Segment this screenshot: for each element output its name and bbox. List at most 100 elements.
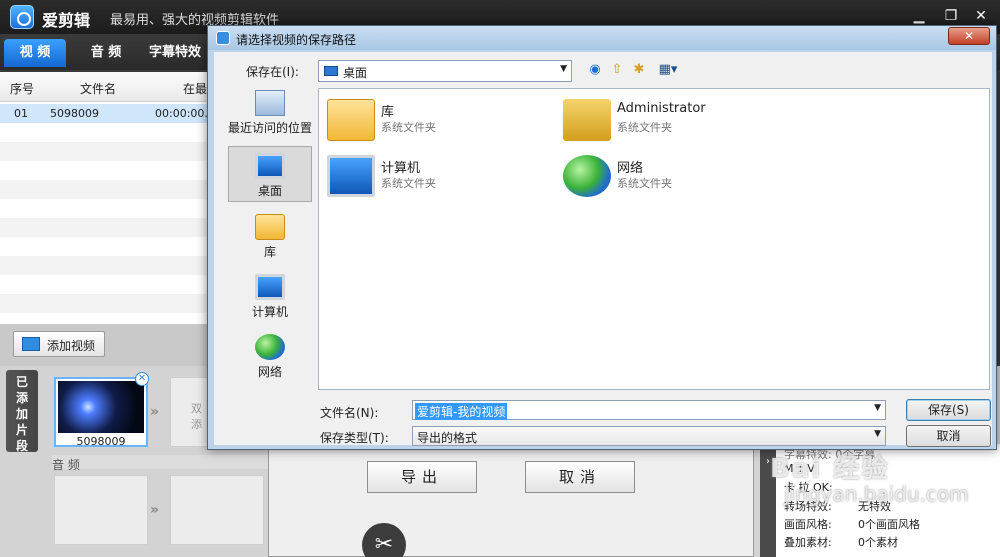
computer-icon [255,274,285,300]
add-video-label: 添加视频 [47,339,96,353]
audio-slot[interactable] [170,475,264,545]
table-row-empty [0,180,215,199]
app-name: 爱剪辑 [42,11,91,30]
table-row-empty [0,256,215,275]
remove-clip-icon[interactable]: ✕ [135,372,149,386]
filetype-select[interactable]: 导出的格式 ▼ [412,426,886,446]
column-filename[interactable]: 文件名 [80,80,116,97]
library-folder-icon [327,99,375,141]
clip-table-header: 序号 文件名 在最 [0,72,215,102]
added-clips-label: 已添加片段 [15,375,28,453]
save-in-value: 桌面 [343,66,368,80]
desktop-icon [255,153,285,179]
info-row-style: 画面风格: 0个画面风格 [784,516,920,532]
watermark-brand: Bai 经验 [770,454,890,484]
filetype-label: 保存类型(T): [320,431,389,445]
user-folder-icon [563,99,611,141]
audio-slot[interactable] [54,475,148,545]
table-row-empty [0,294,215,313]
place-label: 桌面 [257,184,282,198]
column-time[interactable]: 在最 [183,80,207,97]
tab-subtitle-effects[interactable]: 字幕特效 [140,39,210,67]
export-cancel-button[interactable]: 取消 [525,461,635,493]
file-name: 网络 [617,161,644,176]
file-item-administrator[interactable]: Administrator 系统文件夹 [563,97,763,143]
tab-video[interactable]: 视 频 [4,39,66,67]
network-icon [255,334,285,360]
maximize-icon[interactable]: ❐ [940,7,962,25]
file-item-library[interactable]: 库 系统文件夹 [327,97,527,143]
audio-track-label: 音 频 [52,458,80,472]
next-arrow-icon: » [150,404,160,420]
filename-input[interactable]: 爱剪辑-我的视频 ▼ [412,400,886,420]
place-recent[interactable]: 最近访问的位置 [228,90,312,136]
watermark-url: jingyan.baidu.com [784,482,969,506]
chevron-down-icon[interactable]: ▼ [874,403,881,413]
up-folder-icon[interactable]: ⇧ [608,61,626,79]
empty-clip-slot[interactable]: 双 添 [170,377,210,447]
info-label: 画面风格: [784,518,832,531]
file-type: 系统文件夹 [381,177,436,190]
clip-thumbnail-caption: 5098009 [76,435,126,448]
row-time: 00:00:00. [155,107,208,120]
table-row-empty [0,218,215,237]
minimize-icon[interactable]: ▁ [908,7,930,25]
file-type: 系统文件夹 [381,121,436,134]
dialog-titlebar[interactable]: 请选择视频的保存路径 ✕ [208,26,996,50]
next-arrow-icon: » [150,502,160,518]
export-panel: 导出 取消 [268,444,754,557]
table-row[interactable]: 01 5098009 00:00:00. [0,104,215,123]
places-bar: 最近访问的位置 桌面 库 计算机 网络 [220,88,312,388]
dialog-title: 请选择视频的保存路径 [236,33,357,47]
added-clips-tab[interactable]: 已添加片段 [6,370,38,453]
place-network[interactable]: 网络 [228,334,312,380]
place-label: 网络 [257,365,282,379]
back-icon[interactable]: ◉ [586,61,604,79]
file-type: 系统文件夹 [617,177,672,190]
close-icon[interactable]: ✕ [970,7,992,25]
info-row-overlay: 叠加素材: 0个素材 [784,534,898,550]
place-desktop[interactable]: 桌面 [228,146,312,202]
place-label: 计算机 [251,305,288,319]
file-type: 系统文件夹 [617,121,672,134]
filename-label: 文件名(N): [320,406,379,420]
app-logo-icon [10,5,34,29]
file-name: 计算机 [381,161,421,176]
desktop-icon [324,66,338,76]
dialog-app-icon [216,31,230,45]
tab-audio[interactable]: 音 频 [76,39,136,67]
save-in-label: 保存在(I): [246,65,299,79]
column-index[interactable]: 序号 [10,80,34,97]
file-item-computer[interactable]: 计算机 系统文件夹 [327,153,527,199]
save-button[interactable]: 保存(S) [906,399,991,421]
info-label: 叠加素材: [784,536,832,549]
place-label: 库 [263,245,276,259]
dialog-body: 保存在(I): 桌面 ▼ ◉ ⇧ ✱ ▦▾ 最近访问的位置 桌面 库 计算机 网… [214,52,992,447]
film-icon [22,337,40,351]
file-name: Administrator [617,101,706,116]
table-row-empty [0,142,215,161]
export-button[interactable]: 导出 [367,461,477,493]
info-value: 0个素材 [858,536,898,549]
empty-slot-hint: 双 添 [191,402,202,431]
filename-value: 爱剪辑-我的视频 [415,403,508,420]
place-label: 最近访问的位置 [228,121,313,135]
file-list: 库 系统文件夹 Administrator 系统文件夹 计算机 系统文件夹 网络… [318,88,990,390]
filetype-value: 导出的格式 [417,431,478,445]
add-video-bar: 添加视频 [0,324,215,366]
chevron-down-icon: ▼ [874,429,881,439]
view-menu-icon[interactable]: ▦▾ [654,61,682,79]
new-folder-icon[interactable]: ✱ [630,61,648,79]
save-in-dropdown[interactable]: 桌面 ▼ [318,60,572,82]
cancel-button[interactable]: 取消 [906,425,991,447]
place-computer[interactable]: 计算机 [228,274,312,320]
clip-thumbnail[interactable]: 5098009 [54,377,148,448]
file-name: 库 [381,105,395,120]
save-dialog: 请选择视频的保存路径 ✕ 保存在(I): 桌面 ▼ ◉ ⇧ ✱ ▦▾ 最近访问的… [207,25,997,450]
dialog-close-button[interactable]: ✕ [948,27,990,45]
file-item-network[interactable]: 网络 系统文件夹 [563,153,763,199]
chevron-down-icon: ▼ [560,64,567,74]
add-video-button[interactable]: 添加视频 [13,331,105,357]
place-library[interactable]: 库 [228,214,312,260]
info-value: 0个画面风格 [858,518,920,531]
